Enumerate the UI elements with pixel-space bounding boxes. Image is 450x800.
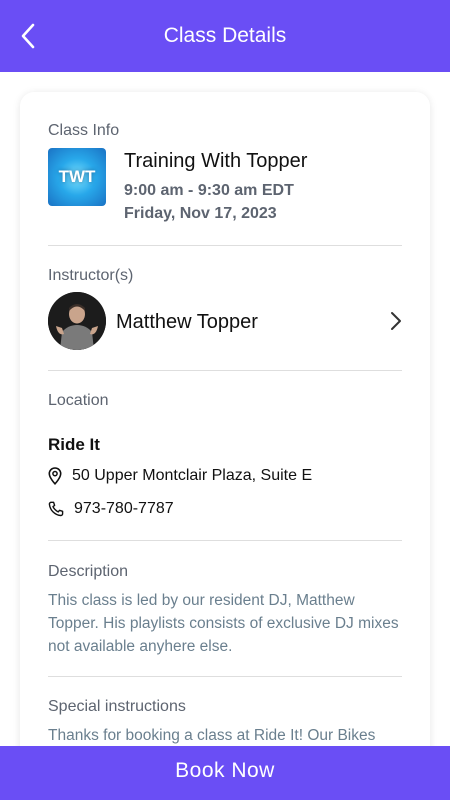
instructor-row[interactable]: Matthew Topper (48, 292, 406, 350)
class-logo: TWT (48, 148, 106, 206)
divider (48, 540, 402, 541)
class-name: Training With Topper (124, 150, 308, 172)
class-time: 9:00 am - 9:30 am EDT (124, 182, 294, 199)
app-bar: Class Details (0, 0, 450, 72)
location-address: 50 Upper Montclair Plaza, Suite E (72, 467, 313, 484)
class-date: Friday, Nov 17, 2023 (124, 205, 277, 222)
book-now-button[interactable]: Book Now (0, 746, 450, 800)
special-instructions-label: Special instructions (48, 698, 186, 715)
page-title: Class Details (163, 24, 287, 47)
map-pin-icon (48, 467, 62, 485)
location-address-row[interactable]: 50 Upper Montclair Plaza, Suite E (48, 467, 312, 485)
location-phone-row[interactable]: 973-780-7787 (48, 500, 174, 518)
divider (48, 370, 402, 371)
location-name: Ride It (48, 435, 100, 454)
divider (48, 245, 402, 246)
instructor-name: Matthew Topper (116, 311, 258, 333)
description-text: This class is led by our resident DJ, Ma… (48, 592, 399, 655)
description-label: Description (48, 563, 129, 580)
class-info-label: Class Info (48, 122, 120, 139)
class-logo-text: TWT (58, 167, 96, 186)
special-instructions-text: Thanks for booking a class at Ride It! O… (48, 727, 376, 744)
chevron-right-icon (391, 312, 401, 330)
location-label: Location (48, 392, 109, 409)
phone-icon (48, 501, 64, 517)
location-phone: 973-780-7787 (74, 500, 174, 517)
divider (48, 676, 402, 677)
instructors-label: Instructor(s) (48, 267, 134, 284)
instructor-avatar (48, 292, 106, 350)
